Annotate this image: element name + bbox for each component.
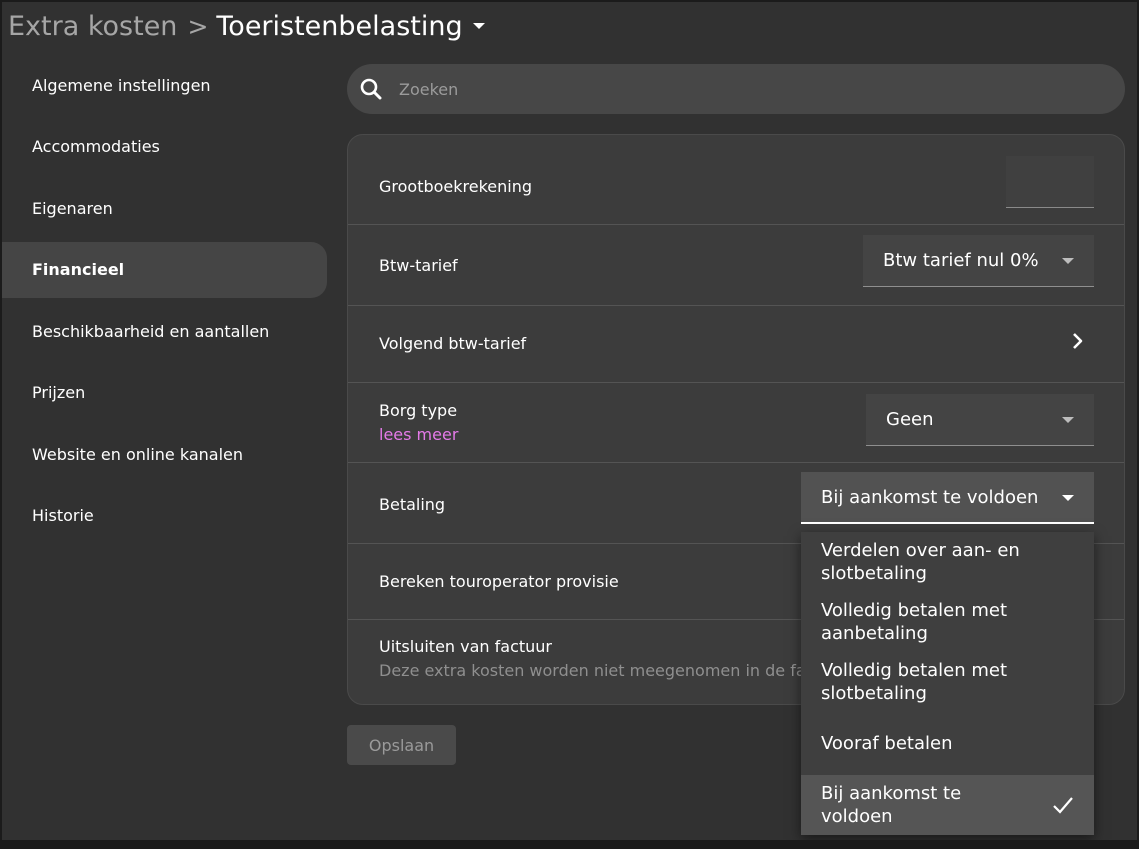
menu-item-label: Bij aankomst te voldoen (821, 783, 962, 827)
chevron-right-icon[interactable] (1070, 332, 1086, 350)
sidebar-item-label: Eigenaren (32, 198, 113, 218)
row-grootboekrekening: Grootboekrekening (348, 135, 1124, 225)
uitsluiten-factuur-label: Uitsluiten van factuur (379, 637, 553, 656)
row-volgend-btw-tarief[interactable]: Volgend btw-tarief (348, 306, 1124, 383)
sidebar-item-eigenaren[interactable]: Eigenaren (2, 180, 327, 236)
app-frame: Extra kosten > Toeristenbelasting Algeme… (2, 2, 1137, 840)
btw-tarief-label: Btw-tarief (379, 256, 458, 275)
sidebar-item-label: Beschikbaarheid en aantallen (32, 321, 270, 341)
search-icon (359, 77, 383, 101)
sidebar-item-label: Prijzen (32, 383, 86, 402)
row-btw-tarief: Btw-tarief Btw tarief nul 0% (348, 225, 1124, 306)
sidebar-item-accommodaties[interactable]: Accommodaties (2, 119, 327, 175)
betaling-label: Betaling (379, 495, 446, 514)
sidebar-item-beschikbaarheid[interactable]: Beschikbaarheid en aantallen (2, 303, 327, 359)
row-borg-type: Borg type lees meer Geen (348, 383, 1124, 463)
menu-item-volledig-slotbetaling[interactable]: Volledig betalen met slotbetaling (801, 652, 1094, 712)
check-icon (1053, 797, 1073, 814)
sidebar-item-label: Website en online kanalen (32, 444, 243, 464)
menu-item-vooraf-betalen[interactable]: Vooraf betalen (801, 712, 1094, 774)
lees-meer-link[interactable]: lees meer (379, 425, 458, 444)
sidebar-item-label: Financieel (32, 260, 125, 279)
uitsluiten-factuur-description: Deze extra kosten worden niet meegenomen… (379, 661, 848, 680)
sidebar-item-prijzen[interactable]: Prijzen (2, 365, 327, 421)
search-input[interactable] (397, 78, 1081, 100)
borg-type-select[interactable]: Geen (866, 394, 1094, 446)
breadcrumb-current[interactable]: Toeristenbelasting (216, 11, 462, 42)
caret-down-icon (1062, 495, 1074, 501)
search-bar[interactable] (347, 64, 1125, 114)
sidebar: Algemene instellingen Accommodaties Eige… (2, 57, 327, 549)
touroperator-provisie-label: Bereken touroperator provisie (379, 572, 619, 591)
sidebar-item-historie[interactable]: Historie (2, 488, 327, 544)
grootboekrekening-label: Grootboekrekening (379, 177, 533, 196)
btw-tarief-select[interactable]: Btw tarief nul 0% (863, 235, 1094, 287)
sidebar-item-label: Algemene instellingen (32, 75, 211, 95)
sidebar-item-label: Historie (32, 506, 94, 525)
sidebar-item-label: Accommodaties (32, 137, 160, 156)
breadcrumb: Extra kosten > Toeristenbelasting (8, 6, 485, 46)
borg-type-label: Borg type (379, 401, 458, 420)
menu-item-label: Volledig betalen met slotbetaling (821, 660, 1008, 704)
volgend-btw-tarief-label: Volgend btw-tarief (379, 334, 527, 353)
menu-item-bij-aankomst[interactable]: Bij aankomst te voldoen (801, 775, 1094, 835)
borg-type-value: Geen (886, 409, 934, 430)
betaling-value: Bij aankomst te voldoen (821, 486, 1039, 508)
btw-tarief-value: Btw tarief nul 0% (883, 250, 1039, 271)
menu-item-verdelen[interactable]: Verdelen over aan- en slotbetaling (801, 532, 1094, 592)
menu-item-volledig-aanbetaling[interactable]: Volledig betalen met aanbetaling (801, 592, 1094, 652)
menu-item-label: Vooraf betalen (821, 732, 953, 754)
save-button[interactable]: Opslaan (347, 725, 456, 765)
caret-down-icon (1062, 417, 1074, 423)
betaling-dropdown-menu: Verdelen over aan- en slotbetaling Volle… (801, 532, 1094, 835)
caret-down-icon[interactable] (472, 23, 485, 29)
sidebar-item-algemene-instellingen[interactable]: Algemene instellingen (2, 57, 327, 113)
grootboekrekening-input[interactable] (1006, 156, 1094, 208)
caret-down-icon (1062, 258, 1074, 264)
breadcrumb-separator: > (187, 11, 209, 41)
breadcrumb-parent[interactable]: Extra kosten (8, 11, 177, 42)
sidebar-item-website[interactable]: Website en online kanalen (2, 426, 327, 482)
menu-item-label: Verdelen over aan- en slotbetaling (821, 540, 1020, 584)
sidebar-item-financieel[interactable]: Financieel (2, 241, 327, 298)
betaling-select[interactable]: Bij aankomst te voldoen (801, 472, 1094, 524)
menu-item-label: Volledig betalen met aanbetaling (821, 600, 1008, 644)
